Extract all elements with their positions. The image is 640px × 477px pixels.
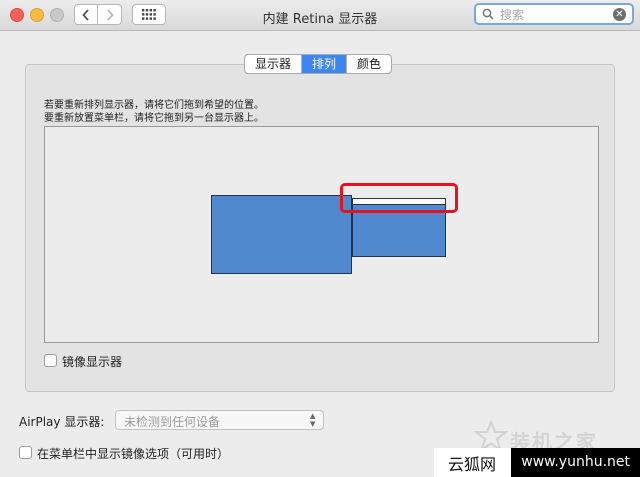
airplay-label: AirPlay 显示器: <box>19 415 105 429</box>
clear-search-icon[interactable]: ✕ <box>613 8 626 21</box>
mirror-displays-checkbox[interactable] <box>44 354 57 367</box>
mirror-displays-label: 镜像显示器 <box>62 355 123 369</box>
airplay-value: 未检测到任何设备 <box>124 415 221 429</box>
title-bar: 内建 Retina 显示器 ✕ <box>0 0 640 31</box>
watermark-url: www.yunhu.net <box>511 448 640 477</box>
watermark-cn: 云狐网 <box>448 454 497 474</box>
updown-chevron-icon: ▲ ▼ <box>310 412 316 428</box>
menu-bar-highlight <box>340 183 458 213</box>
search-icon <box>482 8 494 20</box>
airplay-select[interactable]: 未检测到任何设备 ▲ ▼ <box>115 410 324 430</box>
watermark-bar: 云狐网 www.yunhu.net <box>434 448 640 477</box>
search-input[interactable] <box>498 6 612 24</box>
tab-display[interactable]: 显示器 <box>245 55 303 73</box>
tab-color[interactable]: 颜色 <box>347 55 391 73</box>
show-mirroring-options-label: 在菜单栏中显示镜像选项（可用时） <box>37 447 230 461</box>
display-main[interactable] <box>211 195 352 274</box>
tab-arrangement[interactable]: 排列 <box>302 55 348 73</box>
search-box[interactable]: ✕ <box>474 3 634 25</box>
tab-bar: 显示器 排列 颜色 <box>244 54 393 74</box>
menubar-instruction: 要重新放置菜单栏，请将它拖到另一台显示器上。 <box>44 113 264 124</box>
show-mirroring-options-checkbox[interactable] <box>19 446 32 459</box>
